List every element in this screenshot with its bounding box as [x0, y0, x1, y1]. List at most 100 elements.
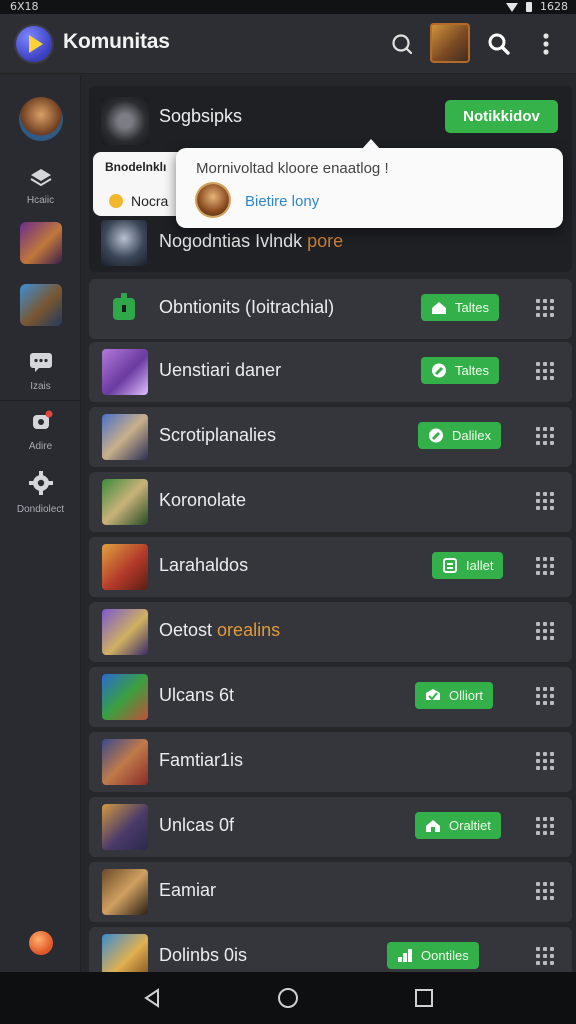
system-nav-bar: [0, 972, 576, 1024]
row-action-button[interactable]: Oontiles: [387, 942, 479, 969]
coin-icon: [109, 194, 123, 208]
signal-icon: [506, 2, 518, 12]
list-item[interactable]: Famtiar1is: [89, 732, 572, 792]
drag-handle-icon[interactable]: [536, 299, 554, 317]
sidebar-label-settings: Dondiolect: [16, 504, 65, 515]
search-icon[interactable]: [485, 30, 513, 58]
back-icon[interactable]: [140, 986, 164, 1010]
drag-handle-icon[interactable]: [536, 947, 554, 965]
row-action-button[interactable]: Oraltiet: [415, 812, 501, 839]
drag-handle-icon[interactable]: [536, 817, 554, 835]
drag-handle-icon[interactable]: [536, 557, 554, 575]
list-item[interactable]: Koronolate: [89, 472, 572, 532]
more-vert-icon[interactable]: [532, 30, 560, 58]
sidebar-item-game-2[interactable]: [0, 284, 81, 326]
chat-icon: [29, 353, 52, 372]
sidebar-item-home[interactable]: Hcaiic: [0, 163, 81, 206]
list-item[interactable]: Oetost orealins: [89, 602, 572, 662]
notify-button[interactable]: Notikkidov: [445, 100, 558, 133]
avatar: [18, 97, 63, 141]
sidebar: Hcaiic Izais Adire Dondiolect: [0, 75, 81, 972]
row-title: Unlcas 0f: [159, 815, 235, 835]
list-icon: [443, 558, 457, 573]
home-icon: [432, 302, 446, 314]
game-thumbnail: [102, 804, 148, 850]
featured-subtitle: Nogodntias Ivlndk pore: [159, 231, 344, 251]
sidebar-item-game-1[interactable]: [0, 222, 81, 264]
list-item[interactable]: Eamiar: [89, 862, 572, 922]
edit-icon: [429, 428, 443, 443]
app-title: Komunitas: [63, 30, 170, 53]
app-green-icon: [113, 293, 135, 320]
notification-icon: [32, 410, 52, 429]
row-title: Larahaldos: [159, 555, 249, 575]
row-title: Eamiar: [159, 880, 217, 900]
row-action-button[interactable]: Iallet: [432, 552, 504, 579]
game-thumbnail: [102, 479, 148, 525]
drag-handle-icon[interactable]: [536, 687, 554, 705]
row-title: Uenstiari daner: [159, 360, 282, 380]
featured-secondary-thumbnail[interactable]: [101, 220, 147, 266]
tooltip-popup[interactable]: Mornivoltad kloore enaatlog ! Bietire lo…: [176, 139, 563, 228]
game-thumbnail: [19, 222, 62, 264]
drag-handle-icon[interactable]: [536, 492, 554, 510]
list-item[interactable]: Uenstiari daner Taltes: [89, 342, 572, 402]
user-avatar[interactable]: [430, 23, 470, 63]
list-item[interactable]: Ulcans 6t Olliort: [89, 667, 572, 727]
status-bar: 6X18 1628: [0, 0, 576, 14]
game-thumbnail: [19, 284, 62, 326]
row-title: Oetost orealins: [159, 620, 281, 640]
row-title: Scrotiplanalies: [159, 425, 277, 445]
game-thumbnail: [102, 414, 148, 460]
game-thumbnail: [102, 674, 148, 720]
row-action-button[interactable]: Dalilex: [418, 422, 502, 449]
battery-icon: [526, 2, 532, 12]
avatar: [197, 184, 229, 216]
featured-title: Sogbsipks: [159, 106, 243, 126]
sidebar-label-home: Hcaiic: [26, 195, 55, 206]
status-right-text: 1628: [540, 0, 568, 13]
featured-thumbnail[interactable]: [101, 97, 149, 145]
row-title: Koronolate: [159, 490, 247, 510]
home-icon: [426, 820, 440, 832]
drag-handle-icon[interactable]: [536, 427, 554, 445]
drag-handle-icon[interactable]: [536, 752, 554, 770]
list-item[interactable]: Obntionits (Ioitrachial) Taltes: [89, 279, 572, 339]
row-action-button[interactable]: Taltes: [421, 294, 499, 321]
home-icon[interactable]: [276, 986, 300, 1010]
row-title: Obntionits (Ioitrachial): [159, 297, 335, 317]
sidebar-item-notifications[interactable]: Adire: [0, 409, 81, 452]
row-action-button[interactable]: Taltes: [421, 357, 499, 384]
game-thumbnail: [102, 739, 148, 785]
recents-icon[interactable]: [412, 986, 436, 1010]
app-bar: Komunitas: [0, 14, 576, 74]
row-title: Ulcans 6t: [159, 685, 235, 705]
mini-card-title: Bnodelnklı: [105, 160, 167, 174]
sidebar-divider: [0, 400, 81, 401]
mini-card-text: Nocra: [131, 193, 169, 209]
sidebar-label-chat: Izais: [30, 381, 51, 392]
profile-dot-icon: [28, 931, 53, 955]
status-time: 6X18: [10, 0, 39, 13]
sidebar-item-profile[interactable]: [0, 931, 81, 955]
app-logo-icon[interactable]: [16, 26, 52, 62]
sidebar-item-settings[interactable]: Dondiolect: [0, 470, 81, 515]
chart-icon: [398, 949, 412, 962]
list-item[interactable]: Larahaldos Iallet: [89, 537, 572, 597]
list-item[interactable]: Scrotiplanalies Dalilex: [89, 407, 572, 467]
list-item[interactable]: Unlcas 0f Oraltiet: [89, 797, 572, 857]
layers-icon: [29, 169, 52, 187]
search-icon[interactable]: [388, 30, 416, 58]
row-action-button[interactable]: Olliort: [415, 682, 493, 709]
drag-handle-icon[interactable]: [536, 622, 554, 640]
game-thumbnail: [102, 869, 148, 915]
drag-handle-icon[interactable]: [536, 362, 554, 380]
sidebar-item-avatar[interactable]: [0, 97, 81, 141]
drag-handle-icon[interactable]: [536, 882, 554, 900]
game-thumbnail: [102, 609, 148, 655]
popup-link[interactable]: Bietire lony: [245, 193, 319, 210]
row-title: Famtiar1is: [159, 750, 244, 770]
sidebar-item-chat[interactable]: Izais: [0, 351, 81, 392]
edit-icon: [432, 363, 446, 378]
more-link[interactable]: pore: [307, 231, 343, 251]
